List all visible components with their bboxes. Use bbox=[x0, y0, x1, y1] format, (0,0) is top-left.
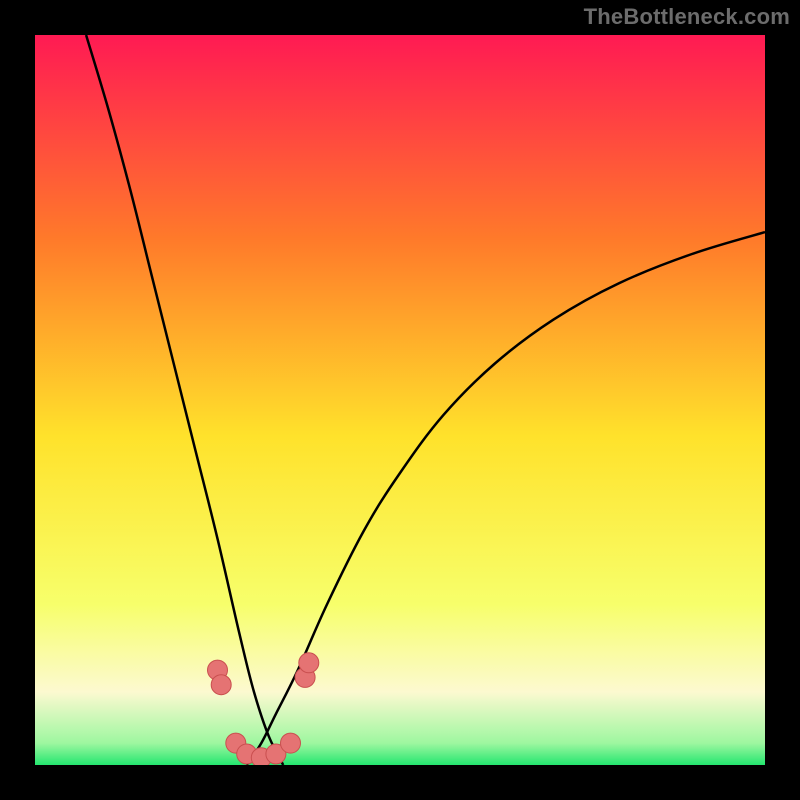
watermark-text: TheBottleneck.com bbox=[584, 4, 790, 30]
chart-svg bbox=[35, 35, 765, 765]
valley-marker bbox=[281, 733, 301, 753]
valley-marker bbox=[211, 675, 231, 695]
plot-area bbox=[35, 35, 765, 765]
chart-frame: TheBottleneck.com bbox=[0, 0, 800, 800]
gradient-background bbox=[35, 35, 765, 765]
valley-marker bbox=[299, 653, 319, 673]
